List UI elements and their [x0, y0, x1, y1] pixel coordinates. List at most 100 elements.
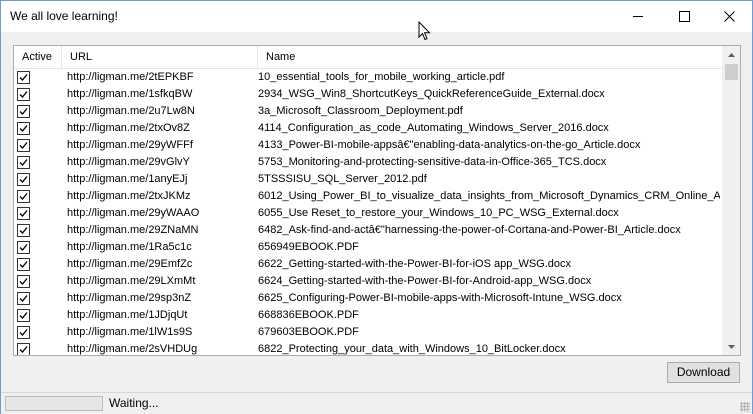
name-cell: 6012_Using_Power_BI_to_visualize_data_in…: [258, 190, 720, 202]
list-item[interactable]: http://ligman.me/1JDjqUt 668836EBOOK.PDF: [14, 307, 722, 324]
name-cell: 5753_Monitoring-and-protecting-sensitive…: [258, 156, 607, 168]
active-checkbox[interactable]: [17, 258, 30, 271]
list-item[interactable]: http://ligman.me/1sfkqBW 2934_WSG_Win8_Sh…: [14, 86, 722, 103]
url-cell: http://ligman.me/1sfkqBW: [67, 88, 193, 100]
url-cell: http://ligman.me/2u7Lw8N: [67, 105, 195, 117]
active-checkbox[interactable]: [17, 207, 30, 220]
close-button[interactable]: [706, 1, 752, 32]
list-item[interactable]: http://ligman.me/29yWFFf 4133_Power-BI-mo…: [14, 137, 722, 154]
name-cell: 679603EBOOK.PDF: [258, 326, 359, 338]
url-cell: http://ligman.me/1JDjqUt: [67, 309, 188, 321]
checkmark-icon: [19, 244, 28, 251]
close-icon: [723, 11, 735, 22]
checkmark-icon: [19, 176, 28, 183]
checkmark-icon: [19, 295, 28, 302]
download-button[interactable]: Download: [667, 362, 740, 383]
list-item[interactable]: http://ligman.me/1lW1s9S 679603EBOOK.PDF: [14, 324, 722, 341]
list-item[interactable]: http://ligman.me/2txOv8Z 4114_Configurati…: [14, 120, 722, 137]
app-window: We all love learning! Active URL Name ^ …: [0, 0, 753, 414]
active-checkbox[interactable]: [17, 71, 30, 84]
url-cell: http://ligman.me/29yWFFf: [67, 139, 193, 151]
column-header-url[interactable]: URL: [62, 46, 258, 68]
checkmark-icon: [19, 227, 28, 234]
url-cell: http://ligman.me/29vGlvY: [67, 156, 190, 168]
name-cell: 4114_Configuration_as_code_Automating_Wi…: [258, 122, 609, 134]
name-cell: 4133_Power-BI-mobile-appsâ€"enabling-dat…: [258, 139, 641, 151]
list-item[interactable]: http://ligman.me/2sVHDUg 6822_Protecting_…: [14, 341, 722, 355]
checkmark-icon: [19, 278, 28, 285]
url-cell: http://ligman.me/2tEPKBF: [67, 71, 194, 83]
file-list-view[interactable]: Active URL Name ^ http://ligman.me/2tEPK…: [13, 45, 741, 356]
list-item[interactable]: http://ligman.me/29sp3nZ 6625_Configuring…: [14, 290, 722, 307]
maximize-button[interactable]: [661, 1, 707, 32]
name-cell: 3a_Microsoft_Classroom_Deployment.pdf: [258, 105, 463, 117]
minimize-icon: [633, 16, 643, 17]
name-cell: 6482_Ask-find-and-actâ€"harnessing-the-p…: [258, 224, 681, 236]
active-checkbox[interactable]: [17, 139, 30, 152]
list-item[interactable]: http://ligman.me/29ZNaMN 6482_Ask-find-an…: [14, 222, 722, 239]
progress-bar: [5, 396, 103, 411]
mouse-cursor-icon: [418, 21, 431, 41]
checkmark-icon: [19, 108, 28, 115]
title-bar[interactable]: We all love learning!: [1, 1, 752, 32]
checkmark-icon: [19, 142, 28, 149]
list-rows: http://ligman.me/2tEPKBF 10_essential_too…: [14, 69, 722, 355]
url-cell: http://ligman.me/2sVHDUg: [67, 343, 198, 355]
list-item[interactable]: http://ligman.me/29EmfZc 6622_Getting-sta…: [14, 256, 722, 273]
active-checkbox[interactable]: [17, 224, 30, 237]
active-checkbox[interactable]: [17, 275, 30, 288]
column-header-name[interactable]: Name ^: [258, 46, 731, 68]
url-cell: http://ligman.me/29ZNaMN: [67, 224, 199, 236]
active-checkbox[interactable]: [17, 190, 30, 203]
list-header: Active URL Name ^: [14, 46, 731, 69]
checkmark-icon: [19, 261, 28, 268]
minimize-button[interactable]: [615, 1, 661, 32]
active-checkbox[interactable]: [17, 122, 30, 135]
active-checkbox[interactable]: [17, 241, 30, 254]
checkmark-icon: [19, 329, 28, 336]
scroll-down-icon[interactable]: [723, 338, 740, 355]
active-checkbox[interactable]: [17, 88, 30, 101]
scroll-up-icon[interactable]: [723, 46, 740, 63]
active-checkbox[interactable]: [17, 173, 30, 186]
maximize-icon: [678, 11, 690, 22]
window-title: We all love learning!: [10, 9, 118, 23]
name-cell: 668836EBOOK.PDF: [258, 309, 359, 321]
column-header-active[interactable]: Active: [14, 46, 62, 68]
checkmark-icon: [19, 210, 28, 217]
url-cell: http://ligman.me/1lW1s9S: [67, 326, 193, 338]
active-checkbox[interactable]: [17, 343, 30, 355]
active-checkbox[interactable]: [17, 156, 30, 169]
url-cell: http://ligman.me/29sp3nZ: [67, 292, 192, 304]
active-checkbox[interactable]: [17, 105, 30, 118]
scroll-thumb[interactable]: [725, 64, 738, 80]
checkmark-icon: [19, 159, 28, 166]
url-cell: http://ligman.me/2txJKMz: [67, 190, 191, 202]
checkmark-icon: [19, 193, 28, 200]
url-cell: http://ligman.me/29yWAAO: [67, 207, 200, 219]
vertical-scrollbar[interactable]: [722, 46, 740, 355]
list-item[interactable]: http://ligman.me/2txJKMz 6012_Using_Power…: [14, 188, 722, 205]
active-checkbox[interactable]: [17, 292, 30, 305]
list-item[interactable]: http://ligman.me/1Ra5c1c 656949EBOOK.PDF: [14, 239, 722, 256]
checkmark-icon: [19, 74, 28, 81]
url-cell: http://ligman.me/29LXmMt: [67, 275, 196, 287]
resize-grip-icon[interactable]: [740, 402, 750, 412]
checkmark-icon: [19, 346, 28, 353]
checkmark-icon: [19, 91, 28, 98]
list-item[interactable]: http://ligman.me/2tEPKBF 10_essential_too…: [14, 69, 722, 86]
list-item[interactable]: http://ligman.me/1anyEJj 5TSSSISU_SQL_Ser…: [14, 171, 722, 188]
name-cell: 6622_Getting-started-with-the-Power-BI-f…: [258, 258, 572, 270]
active-checkbox[interactable]: [17, 309, 30, 322]
url-cell: http://ligman.me/29EmfZc: [67, 258, 193, 270]
name-cell: 6822_Protecting_your_data_with_Windows_1…: [258, 343, 566, 355]
list-item[interactable]: http://ligman.me/29LXmMt 6624_Getting-sta…: [14, 273, 722, 290]
name-cell: 6055_Use Reset_to_restore_your_Windows_1…: [258, 207, 619, 219]
list-item[interactable]: http://ligman.me/29yWAAO 6055_Use Reset_t…: [14, 205, 722, 222]
name-cell: 6624_Getting-started-with-the-Power-BI-f…: [258, 275, 592, 287]
active-checkbox[interactable]: [17, 326, 30, 339]
list-item[interactable]: http://ligman.me/29vGlvY 5753_Monitoring-…: [14, 154, 722, 171]
status-bar: Waiting...: [1, 392, 752, 414]
url-cell: http://ligman.me/1anyEJj: [67, 173, 188, 185]
list-item[interactable]: http://ligman.me/2u7Lw8N 3a_Microsoft_Cla…: [14, 103, 722, 120]
